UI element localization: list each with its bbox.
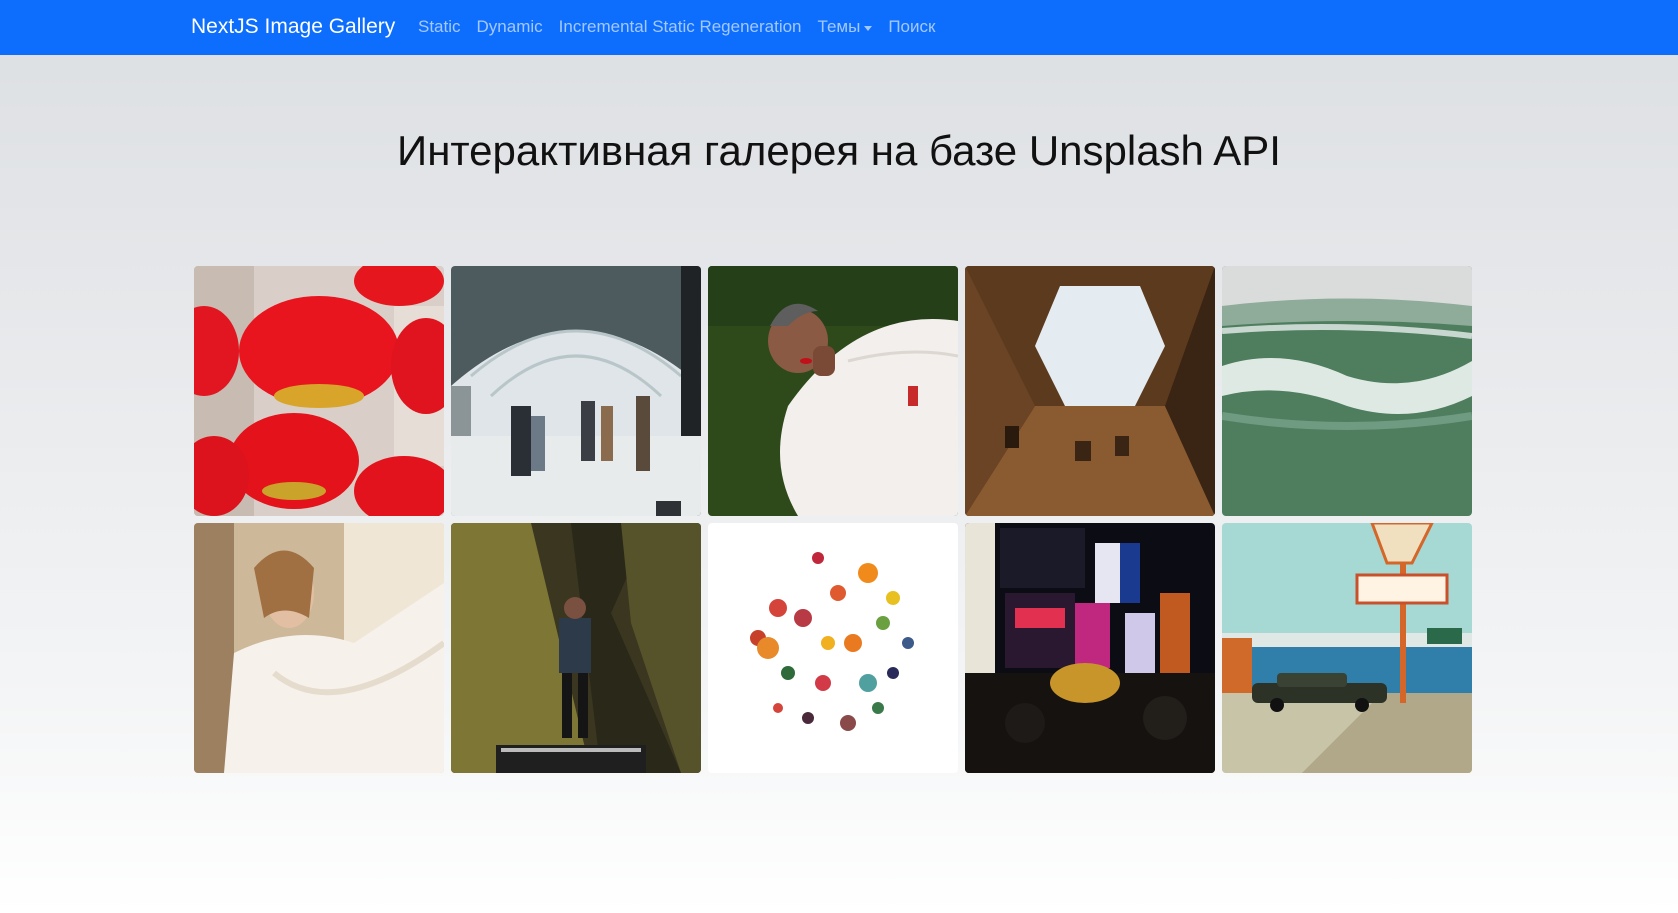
gallery-image-retro-motel-car[interactable]	[1222, 523, 1472, 773]
gallery-image-ocean-waves[interactable]	[1222, 266, 1472, 516]
nav-links: Static Dynamic Incremental Static Regene…	[418, 17, 951, 37]
gallery-image-red-lanterns[interactable]	[194, 266, 444, 516]
retro-motel-car-image	[1222, 523, 1472, 773]
nav-link-dynamic[interactable]: Dynamic	[477, 17, 543, 37]
train-station-image	[451, 266, 701, 516]
gallery-image-flower-circle[interactable]	[708, 523, 958, 773]
woman-on-grass-image	[708, 266, 958, 516]
gallery-image-woman-window-curtain[interactable]	[194, 523, 444, 773]
nav-link-search[interactable]: Поиск	[888, 17, 935, 37]
nav-link-isr[interactable]: Incremental Static Regeneration	[559, 17, 802, 37]
red-lanterns-image	[194, 266, 444, 516]
page-title: Интерактивная галерея на базе Unsplash A…	[397, 127, 1281, 174]
chevron-down-icon	[864, 25, 873, 31]
woman-window-curtain-image	[194, 523, 444, 773]
city-night-billboards-image	[965, 523, 1215, 773]
navbar-brand[interactable]: NextJS Image Gallery	[191, 15, 395, 39]
gallery-image-man-on-mountain[interactable]	[451, 523, 701, 773]
ocean-waves-image	[1222, 266, 1472, 516]
nav-link-static[interactable]: Static	[418, 17, 461, 37]
nav-dropdown-themes[interactable]: Темы	[818, 17, 873, 37]
gallery-image-city-night-billboards[interactable]	[965, 523, 1215, 773]
gallery-image-courtyard-sky[interactable]	[965, 266, 1215, 516]
nav-dropdown-themes-label: Темы	[817, 17, 861, 36]
gallery-image-woman-on-grass[interactable]	[708, 266, 958, 516]
top-navbar: NextJS Image Gallery Static Dynamic Incr…	[0, 0, 1678, 55]
image-gallery	[194, 266, 1472, 773]
courtyard-sky-image	[965, 266, 1215, 516]
man-on-mountain-image	[451, 523, 701, 773]
gallery-image-train-station[interactable]	[451, 266, 701, 516]
flower-circle-image	[708, 523, 958, 773]
